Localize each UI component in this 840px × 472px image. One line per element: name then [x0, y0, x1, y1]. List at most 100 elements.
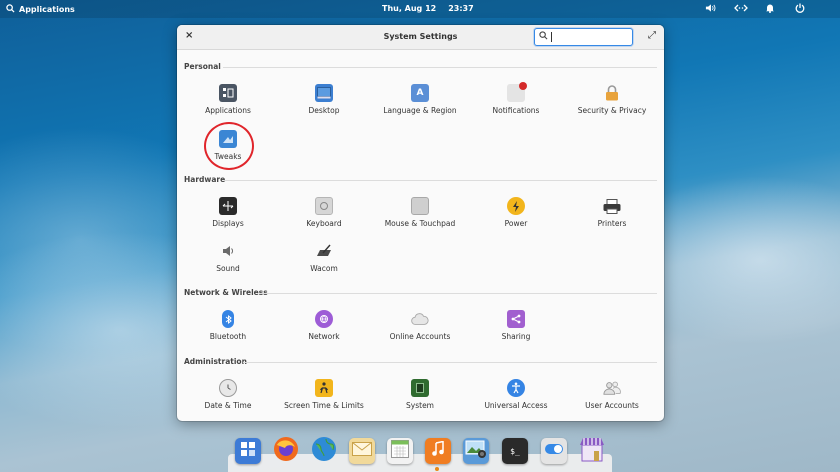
system-settings-window: × System Settings ⤢ Personal Application…	[177, 25, 664, 421]
music-icon	[431, 440, 445, 461]
section-divider	[259, 293, 657, 294]
date-label: Thu, Aug 12	[382, 4, 437, 13]
setting-printers[interactable]: Printers	[564, 197, 660, 228]
power-icon[interactable]	[794, 3, 806, 16]
setting-power[interactable]: Power	[468, 197, 564, 228]
section-divider	[243, 362, 657, 363]
setting-label: Language & Region	[383, 106, 457, 115]
setting-keyboard[interactable]: Keyboard	[276, 197, 372, 228]
system-icon	[411, 379, 429, 397]
setting-label: User Accounts	[585, 401, 639, 410]
setting-sharing[interactable]: Sharing	[468, 310, 564, 341]
mail-icon	[352, 442, 372, 460]
search-icon	[539, 31, 548, 43]
section-divider	[225, 180, 657, 181]
volume-icon[interactable]	[704, 3, 716, 16]
setting-label: Screen Time & Limits	[284, 401, 364, 410]
power-icon	[507, 197, 525, 215]
dock-multitasking-view[interactable]	[235, 438, 261, 464]
setting-mouse-touchpad[interactable]: Mouse & Touchpad	[372, 197, 468, 228]
wacom-icon	[315, 242, 333, 260]
search-input[interactable]	[551, 32, 621, 42]
clock-icon	[219, 379, 237, 397]
setting-universal-access[interactable]: Universal Access	[468, 379, 564, 410]
setting-bluetooth[interactable]: Bluetooth	[180, 310, 276, 341]
notifications-icon[interactable]	[764, 3, 776, 16]
network-icon[interactable]	[734, 3, 748, 16]
setting-notifications[interactable]: Notifications	[468, 82, 564, 115]
setting-label: Displays	[212, 219, 244, 228]
applications-menu[interactable]: Applications	[6, 4, 75, 15]
setting-label: Printers	[597, 219, 627, 228]
setting-label: Network	[308, 332, 340, 341]
search-field[interactable]	[534, 28, 633, 46]
setting-label: Power	[504, 219, 528, 228]
setting-label: Security & Privacy	[577, 106, 647, 115]
setting-wacom[interactable]: Wacom	[276, 242, 372, 273]
network-icon	[315, 310, 333, 328]
setting-label: Keyboard	[306, 219, 342, 228]
screen-time-icon	[315, 379, 333, 397]
time-label: 23:37	[448, 4, 474, 13]
dock-mail[interactable]	[349, 438, 375, 464]
dock-music[interactable]	[425, 438, 451, 464]
calendar-icon	[391, 440, 409, 462]
date-time-indicator[interactable]: Thu, Aug 12 23:37	[382, 4, 474, 13]
setting-label: Sharing	[501, 332, 531, 341]
firefox-icon	[273, 436, 299, 466]
toggle-switch-icon	[544, 443, 564, 459]
setting-system[interactable]: System	[372, 379, 468, 410]
setting-date-time[interactable]: Date & Time	[180, 379, 276, 410]
dock-calendar[interactable]	[387, 438, 413, 464]
top-panel: Applications Thu, Aug 12 23:37	[0, 0, 840, 18]
speaker-icon	[219, 242, 237, 260]
setting-label: Wacom	[310, 264, 338, 273]
setting-applications[interactable]: Applications	[180, 84, 276, 115]
setting-label: Online Accounts	[389, 332, 451, 341]
setting-label: Date & Time	[204, 401, 252, 410]
section-hardware-title: Hardware	[184, 175, 226, 184]
dock-appcenter[interactable]	[579, 438, 605, 464]
setting-language-region[interactable]: A Language & Region	[372, 84, 468, 115]
dock-terminal[interactable]: $_	[502, 438, 528, 464]
section-administration-title: Administration	[184, 357, 247, 366]
setting-security-privacy[interactable]: Security & Privacy	[564, 84, 660, 115]
setting-label: Universal Access	[484, 401, 548, 410]
tweaks-highlight-circle	[204, 122, 254, 170]
dock-photos[interactable]	[463, 438, 489, 464]
language-region-icon: A	[411, 84, 429, 102]
bluetooth-icon	[222, 310, 234, 328]
setting-desktop[interactable]: Desktop	[276, 84, 372, 115]
setting-label: System	[406, 401, 434, 410]
section-network-title: Network & Wireless	[184, 288, 268, 297]
setting-user-accounts[interactable]: User Accounts	[564, 379, 660, 410]
dock-web-browser[interactable]	[311, 436, 337, 466]
setting-sound[interactable]: Sound	[180, 242, 276, 273]
globe-icon	[311, 436, 337, 466]
dock-firefox[interactable]	[273, 436, 299, 466]
setting-label: Mouse & Touchpad	[384, 219, 456, 228]
search-icon	[6, 4, 15, 15]
maximize-icon[interactable]: ⤢	[648, 30, 656, 41]
setting-online-accounts[interactable]: Online Accounts	[372, 310, 468, 341]
setting-displays[interactable]: Displays	[180, 197, 276, 228]
running-indicator	[435, 467, 439, 471]
setting-screen-time-limits[interactable]: Screen Time & Limits	[276, 379, 372, 410]
multitasking-icon	[240, 441, 256, 461]
notifications-icon	[507, 82, 527, 102]
titlebar: × System Settings ⤢	[177, 25, 664, 50]
mouse-icon	[411, 197, 429, 215]
cloud-icon	[411, 310, 429, 328]
displays-icon	[219, 197, 237, 215]
applications-label: Applications	[19, 5, 75, 14]
users-icon	[603, 379, 621, 397]
section-divider	[223, 67, 657, 68]
setting-label: Applications	[205, 106, 251, 115]
share-icon	[507, 310, 525, 328]
dock-system-settings[interactable]	[541, 438, 567, 464]
lock-icon	[603, 84, 621, 102]
applications-icon	[219, 84, 237, 102]
section-personal-title: Personal	[184, 62, 221, 71]
setting-network[interactable]: Network	[276, 310, 372, 341]
keyboard-icon	[315, 197, 333, 215]
